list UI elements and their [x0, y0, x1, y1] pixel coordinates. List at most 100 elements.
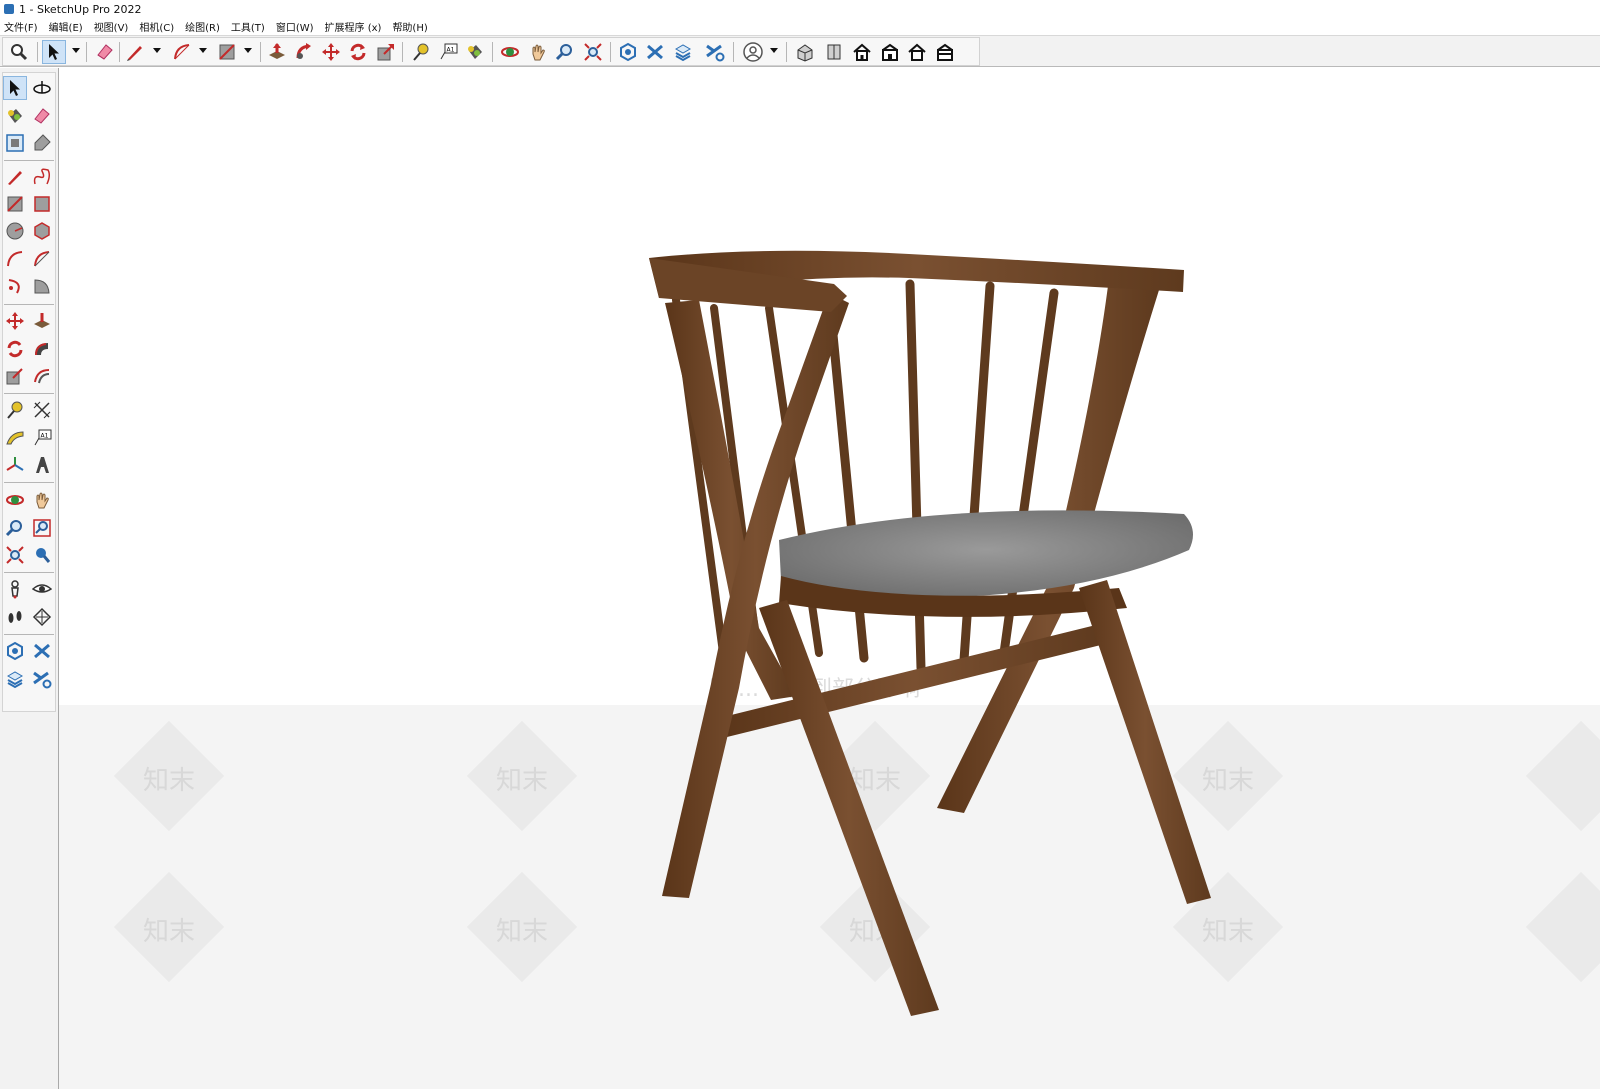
scale-button[interactable] — [374, 40, 398, 64]
position-camera-icon — [11, 580, 19, 599]
left-section-plane-button[interactable] — [30, 605, 54, 629]
left-tape-measure-button[interactable] — [3, 398, 27, 422]
select-tool-button[interactable] — [42, 40, 66, 64]
zoom-icon — [555, 44, 572, 61]
left-circle-button[interactable] — [3, 219, 27, 243]
menu-extensions[interactable]: 扩展程序 (x) — [325, 19, 382, 34]
orbit-button[interactable] — [498, 40, 522, 64]
left-follow-me-button[interactable] — [30, 337, 54, 361]
left-pie-button[interactable] — [30, 274, 54, 298]
model-viewport[interactable]: 知末 知末 知末 知末 知末 知末 知末 知末 区 ... 会受到部分影响 — [59, 68, 1600, 1089]
left-zoom-window-button[interactable] — [30, 516, 54, 540]
menu-camera[interactable]: 相机(C) — [139, 19, 174, 34]
paint-bucket-button[interactable] — [463, 40, 487, 64]
left-three-point-arc-button[interactable] — [3, 274, 27, 298]
left-walk-button[interactable] — [3, 605, 27, 629]
chair-model[interactable] — [59, 68, 1600, 1089]
back-view-icon — [908, 43, 926, 61]
rectangle-tool-button[interactable] — [215, 40, 239, 64]
left-view-button[interactable] — [933, 40, 957, 64]
eraser-tool-button[interactable] — [93, 40, 117, 64]
left-extension-warehouse-button[interactable] — [30, 639, 54, 663]
select-dropdown-arrow[interactable] — [72, 48, 80, 53]
front-view-button[interactable] — [850, 40, 874, 64]
push-pull-button[interactable] — [265, 40, 289, 64]
top-view-button[interactable] — [822, 40, 846, 64]
layout-button[interactable] — [671, 40, 695, 64]
pencil-dropdown-arrow[interactable] — [153, 48, 161, 53]
text-label-button[interactable]: A1 — [436, 40, 460, 64]
pan-button[interactable] — [526, 40, 550, 64]
left-rectangle-button[interactable] — [3, 192, 27, 216]
left-tag-button[interactable] — [30, 131, 54, 155]
chair-front-leg-left — [759, 600, 939, 1016]
rotate-button[interactable] — [346, 40, 370, 64]
left-text-button[interactable]: A1 — [30, 426, 54, 450]
left-protractor-button[interactable] — [3, 426, 27, 450]
left-polygon-button[interactable] — [30, 219, 54, 243]
left-select-button[interactable] — [3, 76, 27, 100]
left-orbit-camera-button[interactable] — [3, 488, 27, 512]
left-component-button[interactable] — [3, 131, 27, 155]
menu-help[interactable]: 帮助(H) — [392, 19, 427, 34]
left-previous-view-button[interactable] — [30, 543, 54, 567]
menu-tools[interactable]: 工具(T) — [231, 19, 265, 34]
left-toolbar-separator — [4, 634, 54, 635]
tape-measure-button[interactable] — [409, 40, 433, 64]
account-button[interactable] — [741, 40, 765, 64]
left-two-point-arc-button[interactable] — [30, 247, 54, 271]
iso-view-button[interactable] — [793, 40, 817, 64]
left-move-button[interactable] — [3, 309, 27, 333]
left-push-pull-button[interactable] — [30, 309, 54, 333]
left-toolbar-separator — [4, 393, 54, 394]
left-rotated-rectangle-button[interactable] — [30, 192, 54, 216]
zoom-button[interactable] — [553, 40, 577, 64]
left-eraser-button[interactable] — [30, 104, 54, 128]
svg-text:A1: A1 — [447, 47, 455, 54]
extension-warehouse-icon — [647, 44, 663, 60]
left-orbit-button[interactable] — [30, 76, 54, 100]
left-3d-text-button[interactable] — [30, 453, 54, 477]
rectangle-dropdown-arrow[interactable] — [244, 48, 252, 53]
left-layout-button[interactable] — [3, 667, 27, 691]
right-view-button[interactable] — [878, 40, 902, 64]
menu-view[interactable]: 视图(V) — [94, 19, 129, 34]
left-extension-manager-button[interactable] — [30, 667, 54, 691]
left-offset-button[interactable] — [30, 364, 54, 388]
menu-draw[interactable]: 绘图(R) — [185, 19, 220, 34]
pencil-tool-button[interactable] — [123, 40, 147, 64]
toolbar-separator — [733, 42, 734, 62]
toolbar-separator — [610, 42, 611, 62]
menu-file[interactable]: 文件(F) — [4, 19, 38, 34]
zoom-extents-button[interactable] — [581, 40, 605, 64]
left-position-camera-button[interactable] — [3, 577, 27, 601]
search-button[interactable] — [7, 40, 31, 64]
back-view-button[interactable] — [905, 40, 929, 64]
left-look-around-button[interactable] — [30, 577, 54, 601]
left-paint-bucket-button[interactable] — [3, 104, 27, 128]
account-dropdown-arrow[interactable] — [770, 48, 778, 53]
3d-warehouse-button[interactable] — [616, 40, 640, 64]
menu-edit[interactable]: 编辑(E) — [49, 19, 83, 34]
left-scale-button[interactable] — [3, 364, 27, 388]
arc-tool-button[interactable] — [170, 40, 194, 64]
move-button[interactable] — [319, 40, 343, 64]
left-rotate-button[interactable] — [3, 337, 27, 361]
left-zoom-extents-button[interactable] — [3, 543, 27, 567]
left-freehand-button[interactable] — [30, 165, 54, 189]
freehand-icon — [33, 168, 51, 185]
extension-manager-button[interactable] — [703, 40, 727, 64]
left-dimension-button[interactable] — [30, 398, 54, 422]
left-pan-button[interactable] — [30, 488, 54, 512]
extension-warehouse-button[interactable] — [643, 40, 667, 64]
menu-window[interactable]: 窗口(W) — [276, 19, 314, 34]
left-arc-button[interactable] — [3, 247, 27, 271]
push-pull-icon — [34, 313, 50, 328]
toolbar-separator — [786, 42, 787, 62]
left-warehouse-button[interactable] — [3, 639, 27, 663]
left-pencil-button[interactable] — [3, 165, 27, 189]
left-zoom-button[interactable] — [3, 516, 27, 540]
follow-me-button[interactable] — [292, 40, 316, 64]
left-axes-button[interactable] — [3, 453, 27, 477]
arc-dropdown-arrow[interactable] — [199, 48, 207, 53]
